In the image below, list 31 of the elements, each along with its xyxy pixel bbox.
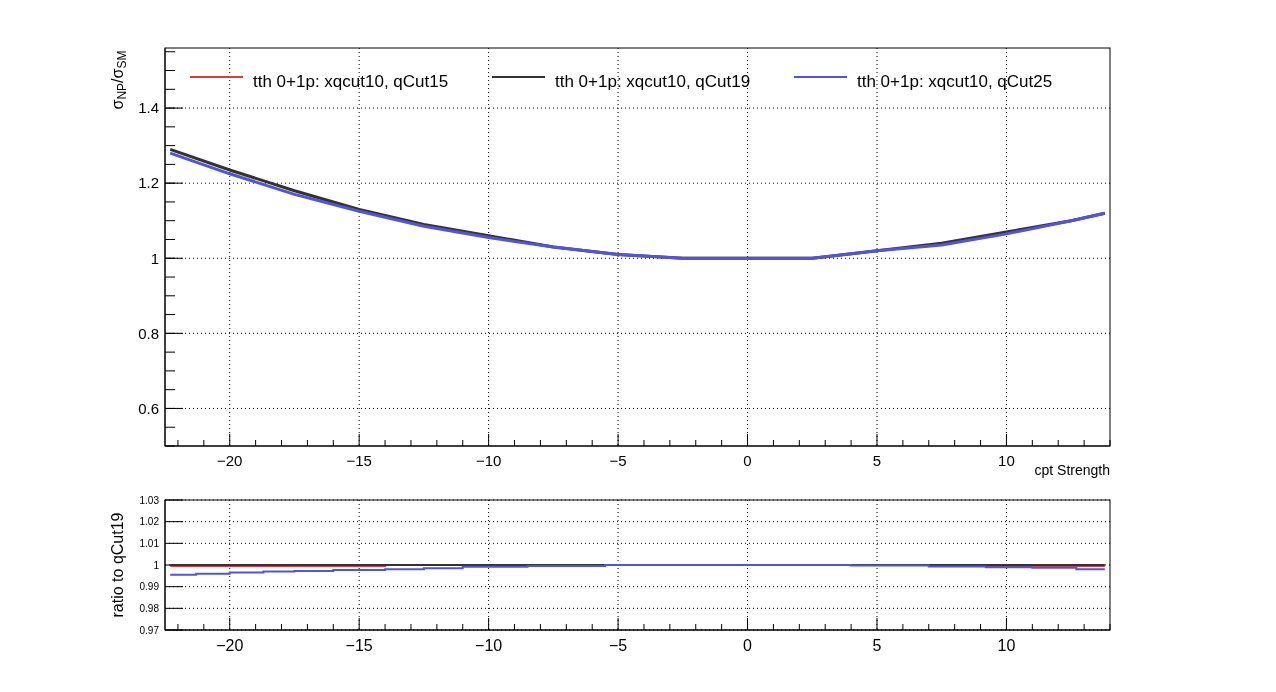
legend-label: tth 0+1p: xqcut10, qCut19: [555, 72, 751, 91]
x-tick-label: 5: [872, 452, 882, 469]
x-tick-label: 5: [872, 637, 882, 654]
x-tick-label: −20: [217, 452, 243, 469]
x-tick-label: −5: [608, 637, 628, 654]
x-tick-label: 0: [743, 637, 752, 654]
x-axis-title: cpt Strength: [1034, 462, 1110, 478]
y-tick-label: 1.03: [139, 494, 159, 506]
y-tick-label: 0.6: [138, 399, 159, 417]
x-tick-label: −10: [475, 637, 503, 654]
x-tick-label: 10: [998, 452, 1015, 469]
y-tick-label: 1.2: [138, 174, 159, 192]
x-tick-label: −20: [216, 637, 244, 654]
y-tick-label: 1: [153, 559, 159, 571]
y-tick-label: 0.8: [138, 324, 159, 342]
x-tick-label: 0: [743, 452, 752, 469]
y-tick-label: 1: [150, 249, 159, 267]
x-tick-label: −15: [345, 637, 373, 654]
y-tick-label: 0.97: [139, 624, 159, 636]
legend-label: tth 0+1p: xqcut10, qCut25: [857, 72, 1053, 91]
y-axis-title: ratio to qCut19: [109, 512, 126, 618]
x-tick-label: 10: [997, 637, 1016, 654]
legend-label: tth 0+1p: xqcut10, qCut15: [253, 72, 449, 91]
y-tick-label: 0.98: [139, 602, 159, 614]
x-tick-label: −5: [609, 452, 627, 469]
y-tick-label: 1.01: [139, 537, 159, 549]
x-tick-label: −10: [475, 452, 502, 469]
y-tick-label: 1.02: [139, 516, 159, 528]
x-tick-label: −15: [346, 452, 372, 469]
y-tick-label: 0.99: [139, 581, 159, 593]
y-tick-label: 1.4: [138, 99, 159, 117]
